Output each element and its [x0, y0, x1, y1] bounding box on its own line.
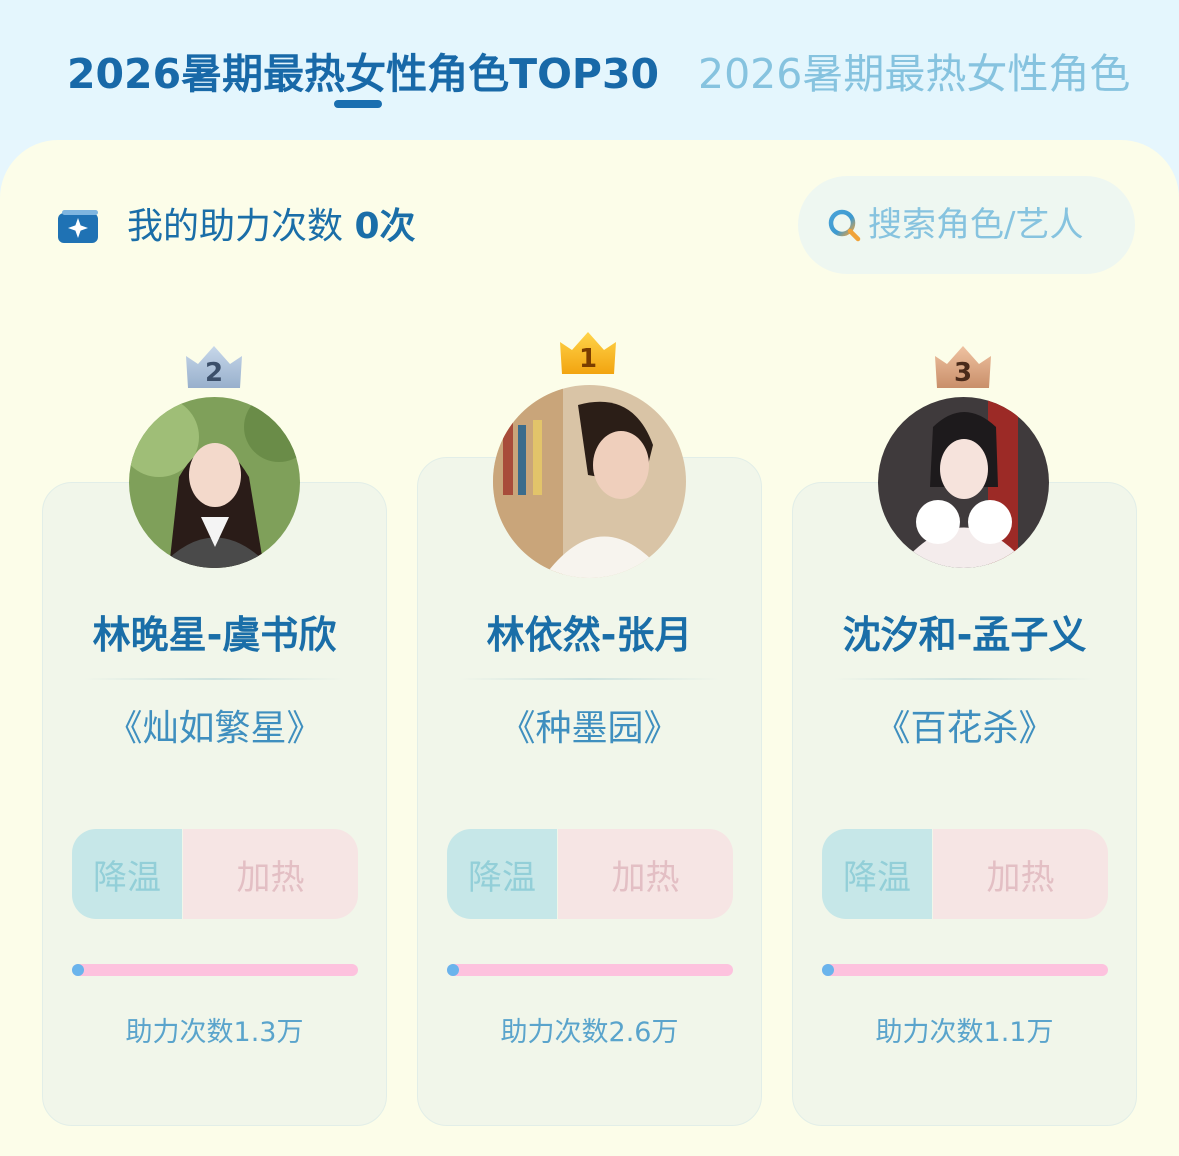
vote-buttons: 降温 加热 [822, 829, 1108, 919]
avatar-photo [129, 397, 300, 568]
role-name: 沈汐和-孟子义 [842, 613, 1087, 657]
boost-progress-bar [447, 964, 733, 976]
my-boost-label: 我的助力次数 [127, 206, 355, 247]
boost-progress-fill [447, 964, 459, 976]
avatar-role-1[interactable] [129, 397, 300, 568]
heat-up-button[interactable]: 加热 [183, 829, 358, 919]
avatar-photo [493, 385, 686, 578]
avatar-role-3[interactable] [878, 397, 1049, 568]
tab-active-indicator [334, 100, 382, 108]
crown-silver-icon: 2 [186, 346, 242, 388]
role-name: 林晚星-虞书欣 [92, 613, 337, 657]
work-title: 《种墨园》 [499, 708, 680, 749]
heat-up-button[interactable]: 加热 [558, 829, 733, 919]
my-boost-count: 0次 [354, 206, 416, 247]
tab-bar: 2026暑期最热女性角色TOP30 2026暑期最热女性角色 [0, 0, 1179, 140]
search-box[interactable] [798, 176, 1135, 274]
boost-progress-bar [72, 964, 358, 976]
vote-buttons: 降温 加热 [72, 829, 358, 919]
cool-down-button[interactable]: 降温 [822, 829, 932, 919]
vote-buttons: 降温 加热 [447, 829, 733, 919]
cool-down-button[interactable]: 降温 [72, 829, 182, 919]
work-title: 《百花杀》 [874, 708, 1055, 749]
search-icon [828, 209, 861, 242]
boost-progress-bar [822, 964, 1108, 976]
card-divider [459, 678, 719, 680]
boost-count-text: 助力次数1.3万 [125, 1017, 304, 1048]
ticket-star-icon [58, 210, 98, 243]
crown-rank-label: 2 [205, 358, 223, 388]
tab-top30[interactable]: 2026暑期最热女性角色TOP30 [67, 40, 659, 100]
avatar-role-2[interactable] [493, 385, 686, 578]
boost-progress-fill [72, 964, 84, 976]
boost-count-text: 助力次数2.6万 [500, 1017, 679, 1048]
my-boost-text: 我的助力次数 0次 [127, 205, 416, 249]
tab-female-roles[interactable]: 2026暑期最热女性角色 [698, 40, 1130, 100]
crown-bronze-icon: 3 [935, 346, 991, 388]
work-title: 《灿如繁星》 [106, 708, 323, 749]
role-name: 林依然-张月 [486, 613, 693, 657]
avatar-photo [878, 397, 1049, 568]
crown-rank-label: 3 [954, 358, 972, 388]
boost-progress-fill [822, 964, 834, 976]
boost-count-text: 助力次数1.1万 [875, 1017, 1054, 1048]
crown-rank-label: 1 [579, 344, 597, 374]
heat-up-button[interactable]: 加热 [933, 829, 1108, 919]
card-divider [834, 678, 1094, 680]
card-divider [84, 678, 344, 680]
search-input[interactable] [868, 202, 1118, 248]
crown-gold-icon: 1 [560, 332, 616, 374]
cool-down-button[interactable]: 降温 [447, 829, 557, 919]
